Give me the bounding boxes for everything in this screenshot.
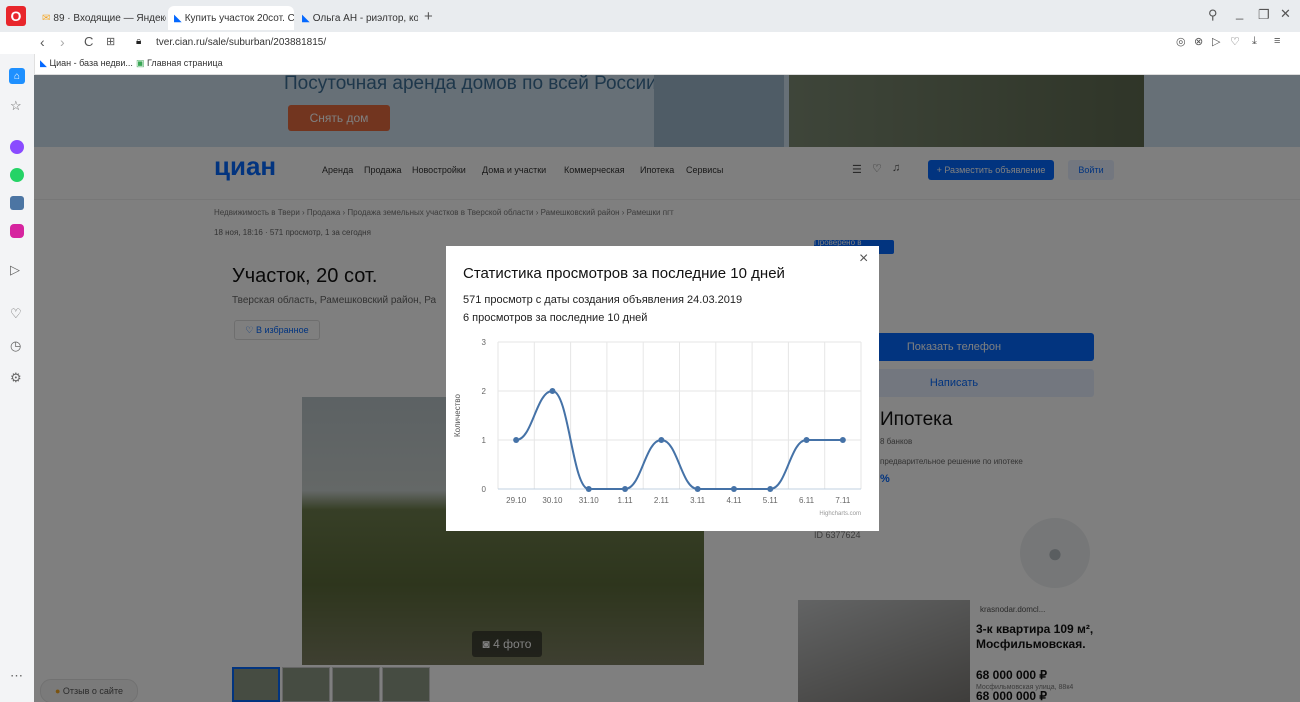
data-point[interactable] <box>730 486 737 492</box>
x-tick-label: 29.10 <box>506 496 527 505</box>
mail-icon: ✉ <box>42 12 51 24</box>
chart-credits[interactable]: Highcharts.com <box>819 511 861 517</box>
send-sidebar-icon[interactable]: ▷ <box>10 262 20 278</box>
messenger-icon[interactable] <box>10 140 24 154</box>
data-point[interactable] <box>622 486 629 492</box>
x-tick-label: 1.11 <box>618 496 634 505</box>
bookmarks-icon[interactable]: ☆ <box>10 98 22 114</box>
lock-icon: 🔒︎ <box>136 36 142 47</box>
camera-icon[interactable]: ◎ <box>1176 35 1186 48</box>
x-tick-label: 30.10 <box>542 496 563 505</box>
download-icon[interactable]: ⤓ <box>1252 35 1257 48</box>
speed-dial-icon[interactable]: ⊞ <box>106 35 115 48</box>
x-tick-label: 31.10 <box>579 496 600 505</box>
x-tick-label: 2.11 <box>654 496 670 505</box>
data-point[interactable] <box>694 486 701 492</box>
x-tick-label: 4.11 <box>726 496 742 505</box>
restore-icon[interactable]: ❐ <box>1258 7 1270 23</box>
minimize-icon[interactable]: _ <box>1236 5 1243 20</box>
data-point[interactable] <box>549 388 556 394</box>
bookmark-home[interactable]: ▣ Главная страница <box>136 58 223 69</box>
close-window-icon[interactable]: ✕ <box>1280 6 1291 22</box>
heart-sidebar-icon[interactable]: ♡ <box>10 306 22 322</box>
x-tick-label: 3.11 <box>690 496 706 505</box>
heart-icon[interactable]: ♡ <box>1230 35 1240 48</box>
data-point[interactable] <box>839 437 846 443</box>
y-axis-label: Количество <box>453 393 462 437</box>
browser-logo-icon[interactable]: O <box>6 6 26 26</box>
tab-inbox[interactable]: ✉ 89 · Входящие — Яндекс ·× <box>36 6 166 30</box>
search-icon[interactable]: ⚲ <box>1208 7 1218 23</box>
address-bar: ‹ › C ⊞ 🔒︎ tver.cian.ru/sale/suburban/20… <box>0 32 1300 55</box>
reload-icon[interactable]: C <box>84 34 93 49</box>
instagram-icon[interactable] <box>10 224 24 238</box>
y-tick-label: 2 <box>482 387 487 396</box>
data-point[interactable] <box>803 437 810 443</box>
url-field[interactable]: tver.cian.ru/sale/suburban/203881815/ <box>156 37 326 48</box>
data-point[interactable] <box>585 486 592 492</box>
whatsapp-icon[interactable] <box>10 168 24 182</box>
tab-olga[interactable]: ◣ Ольга АН - риэлтор, конт× <box>296 6 418 30</box>
y-tick-label: 0 <box>482 485 487 494</box>
x-tick-label: 7.11 <box>835 496 851 505</box>
x-tick-label: 5.11 <box>763 496 779 505</box>
shield-icon[interactable]: ⊗ <box>1194 35 1203 48</box>
vk-icon[interactable] <box>10 196 24 210</box>
data-point[interactable] <box>513 437 520 443</box>
modal-title: Статистика просмотров за последние 10 дн… <box>463 265 785 282</box>
history-icon[interactable]: ◷ <box>10 338 21 354</box>
browser-sidebar: ⌂ ☆ ▷ ♡ ◷ ⚙ ⋯ <box>0 54 35 702</box>
x-tick-label: 6.11 <box>799 496 815 505</box>
back-icon[interactable]: ‹ <box>40 34 45 50</box>
cian-tab-icon: ◣ <box>302 12 310 24</box>
data-point[interactable] <box>767 486 774 492</box>
cian-tab-icon: ◣ <box>174 12 182 24</box>
menu-icon[interactable]: ≡ <box>1274 35 1280 47</box>
y-tick-label: 1 <box>482 436 487 445</box>
more-icon[interactable]: ⋯ <box>10 668 23 684</box>
stats-modal: Статистика просмотров за последние 10 дн… <box>446 246 879 531</box>
recent-views-text: 6 просмотров за последние 10 дней <box>463 312 648 324</box>
home-icon[interactable]: ⌂ <box>9 68 25 84</box>
bookmarks-bar: ◣ Циан - база недви... ▣ Главная страниц… <box>0 54 1300 75</box>
cian-bookmark-icon: ◣ <box>40 58 47 68</box>
bookmark-cian[interactable]: ◣ Циан - база недви... <box>40 58 133 69</box>
forward-icon[interactable]: › <box>60 34 65 50</box>
home-bookmark-icon: ▣ <box>136 58 145 68</box>
new-tab-button[interactable]: + <box>424 8 433 25</box>
send-icon[interactable]: ▷ <box>1212 35 1220 48</box>
total-views-text: 571 просмотр с даты создания объявления … <box>463 294 743 306</box>
settings-icon[interactable]: ⚙ <box>10 370 22 386</box>
y-tick-label: 3 <box>482 338 487 347</box>
browser-tab-bar: O ✉ 89 · Входящие — Яндекс ·× ◣ Купить у… <box>0 0 1300 32</box>
views-chart: 0 1 2 3 Количество 29.10 30.10 31.10 1.11 2.11 3.1… <box>453 338 862 517</box>
close-icon[interactable]: × <box>859 250 868 268</box>
data-point[interactable] <box>658 437 665 443</box>
tab-active[interactable]: ◣ Купить участок 20сот. Сос× <box>168 6 294 30</box>
